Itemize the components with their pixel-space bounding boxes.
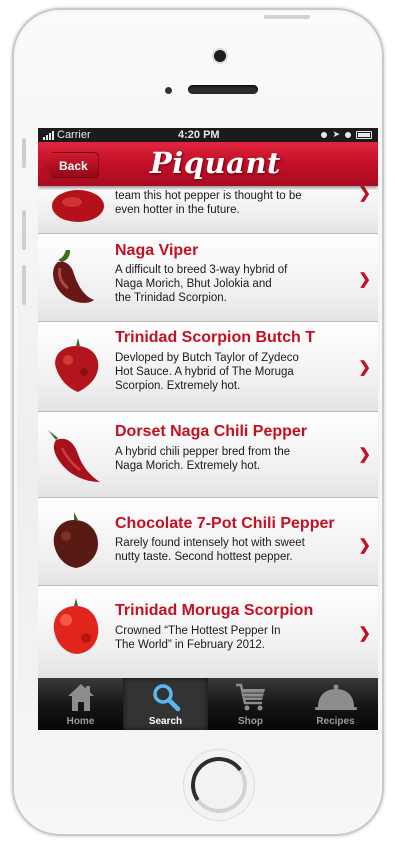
alarm-icon <box>345 131 351 138</box>
pepper-name: Trinidad Moruga Scorpion <box>115 602 314 619</box>
pepper-name: Naga Viper <box>115 242 199 259</box>
tab-shop[interactable]: Shop <box>208 678 293 730</box>
chevron-right-icon: ❯ <box>358 446 371 463</box>
tab-label: Shop <box>238 716 263 727</box>
pepper-name: Trinidad Scorpion Butch T <box>115 329 315 346</box>
list-item[interactable]: team this hot pepper is thought to be ev… <box>38 186 378 234</box>
tab-label: Recipes <box>316 716 355 727</box>
pepper-description-line: team this hot pepper is thought to be <box>115 190 302 202</box>
back-button[interactable]: Back <box>44 152 99 178</box>
chevron-right-icon: ❯ <box>358 537 371 554</box>
proximity-sensor <box>165 87 172 94</box>
tab-recipes[interactable]: Recipes <box>293 678 378 730</box>
magnifier-icon <box>152 684 180 712</box>
pepper-image <box>53 250 94 303</box>
list-item[interactable]: Naga Viper A difficult to breed 3-way hy… <box>38 234 378 322</box>
pepper-image <box>52 190 104 222</box>
app-screen: Carrier 4:20 PM ➤ Back Piquant team this… <box>38 128 378 730</box>
house-icon <box>67 684 94 711</box>
pepper-image <box>53 598 99 654</box>
pepper-image <box>48 430 100 482</box>
front-camera <box>214 50 226 62</box>
volume-down-button <box>22 265 26 305</box>
pepper-description-line: A difficult to breed 3-way hybrid of <box>115 264 288 276</box>
lock-rotation-icon <box>321 131 328 138</box>
status-bar: Carrier 4:20 PM ➤ <box>38 128 378 142</box>
pepper-description-line: Scorpion. Extremely hot. <box>115 380 241 392</box>
tab-search[interactable]: Search <box>123 678 208 730</box>
pepper-description-line: Rarely found intensely hot with sweet <box>115 537 305 549</box>
power-button <box>264 15 310 19</box>
list-item[interactable]: Trinidad Scorpion Butch T Devloped by Bu… <box>38 322 378 412</box>
pepper-description-line: the Trinidad Scorpion. <box>115 292 227 304</box>
mute-switch <box>22 138 26 168</box>
pepper-description-line: even hotter in the future. <box>115 204 240 216</box>
loading-spinner-icon <box>186 752 252 818</box>
chevron-right-icon: ❯ <box>358 625 371 642</box>
signal-icon <box>43 130 54 140</box>
tab-bar: Home Search Shop Recipes <box>38 678 378 730</box>
cart-icon <box>235 683 265 711</box>
pepper-list[interactable]: team this hot pepper is thought to be ev… <box>38 186 378 678</box>
app-title: Piquant <box>150 146 281 180</box>
chevron-right-icon: ❯ <box>358 186 371 202</box>
pepper-description-line: Devloped by Butch Taylor of Zydeco <box>115 352 299 364</box>
tab-home[interactable]: Home <box>38 678 123 730</box>
battery-icon <box>356 130 372 139</box>
chevron-right-icon: ❯ <box>358 271 371 288</box>
pepper-description-line: Crowned “The Hottest Pepper In <box>115 625 281 637</box>
list-item[interactable]: Dorset Naga Chili Pepper A hybrid chili … <box>38 412 378 498</box>
list-item[interactable]: Chocolate 7-Pot Chili Pepper Rarely foun… <box>38 498 378 586</box>
pepper-description-line: nutty taste. Second hottest pepper. <box>115 551 293 563</box>
location-arrow-icon: ➤ <box>332 129 340 139</box>
chevron-right-icon: ❯ <box>358 359 371 376</box>
pepper-description-line: Naga Morich, Bhut Jolokia and <box>115 278 272 290</box>
pepper-name: Chocolate 7-Pot Chili Pepper <box>115 515 335 532</box>
cloche-icon <box>314 684 357 710</box>
earpiece-speaker <box>188 85 258 94</box>
status-time: 4:20 PM <box>178 129 220 141</box>
pepper-description-line: Hot Sauce. A hybrid of The Moruga <box>115 366 294 378</box>
pepper-image <box>55 338 99 392</box>
pepper-image <box>53 512 98 568</box>
pepper-description-line: The World” in February 2012. <box>115 639 265 651</box>
tab-label: Home <box>66 716 95 727</box>
carrier-name: Carrier <box>57 129 91 141</box>
pepper-description-line: A hybrid chili pepper bred from the <box>115 446 291 458</box>
pepper-description-line: Naga Morich. Extremely hot. <box>115 460 261 472</box>
tab-label: Search <box>148 716 183 727</box>
volume-up-button <box>22 210 26 250</box>
nav-bar: Back Piquant <box>38 142 378 186</box>
list-item[interactable]: Trinidad Moruga Scorpion Crowned “The Ho… <box>38 586 378 678</box>
home-button[interactable] <box>184 750 254 820</box>
pepper-name: Dorset Naga Chili Pepper <box>115 423 308 440</box>
